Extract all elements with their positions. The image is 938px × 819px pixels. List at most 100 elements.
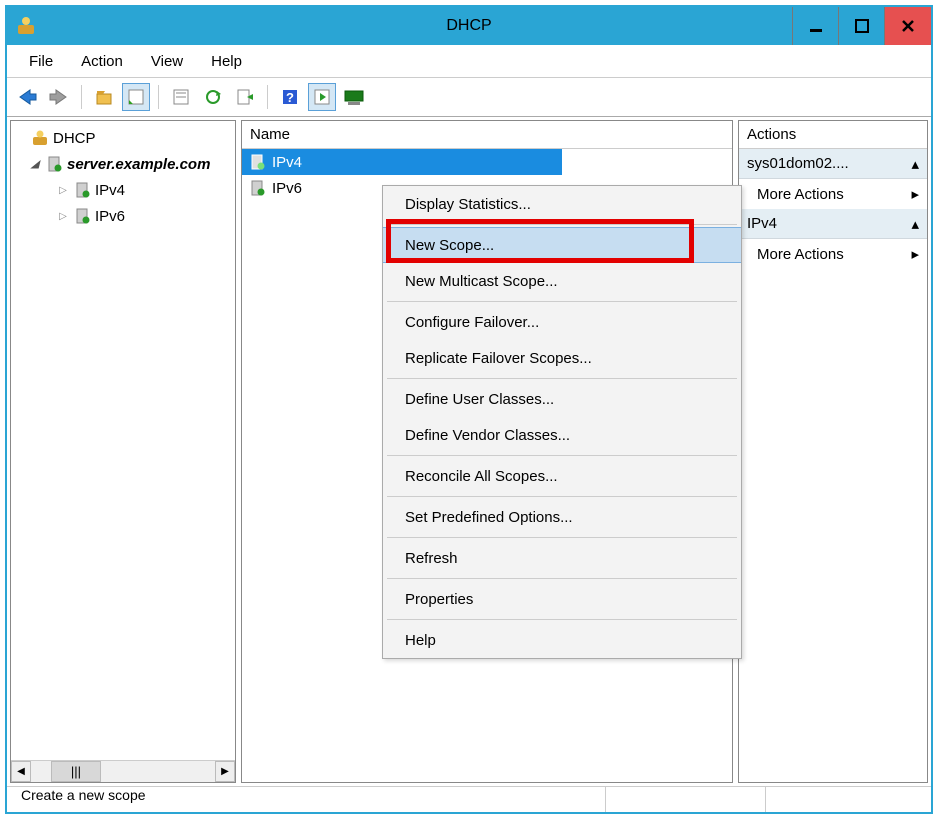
window-title: DHCP: [446, 17, 491, 35]
scroll-left-icon[interactable]: ◀: [11, 761, 31, 782]
statusbar-cell-2: [605, 787, 765, 812]
separator-icon: [158, 85, 159, 109]
separator-icon: [387, 378, 737, 379]
server-button[interactable]: [340, 83, 368, 111]
separator-icon: [387, 578, 737, 579]
collapse-up-icon: ▴: [911, 215, 919, 233]
ipv4-icon: [73, 181, 91, 199]
body: DHCP ◢ server.example.com ▷ IPv4: [7, 117, 931, 786]
ctx-define-user-classes[interactable]: Define User Classes...: [383, 381, 741, 417]
collapse-up-icon: ▴: [911, 155, 919, 173]
svg-text:?: ?: [286, 90, 294, 105]
properties-button[interactable]: [167, 83, 195, 111]
tree-server-label: server.example.com: [67, 156, 210, 173]
menu-action[interactable]: Action: [67, 49, 137, 74]
server-icon: [45, 155, 63, 173]
statusbar: Create a new scope: [7, 786, 931, 812]
ctx-display-statistics[interactable]: Display Statistics...: [383, 186, 741, 222]
chevron-right-icon: ▸: [911, 185, 919, 203]
window-buttons: [792, 7, 931, 45]
action-item-label: More Actions: [757, 186, 844, 203]
main-pane: Name IPv4 IPv6 Display Statisti: [241, 120, 733, 783]
scroll-thumb[interactable]: |||: [51, 761, 101, 782]
back-button[interactable]: [13, 83, 41, 111]
list-row-label: IPv6: [272, 180, 302, 197]
ctx-properties[interactable]: Properties: [383, 581, 741, 617]
minimize-button[interactable]: [793, 7, 839, 45]
expander-icon: [15, 132, 27, 144]
detail-view-button[interactable]: [122, 83, 150, 111]
action-more-actions-ipv4[interactable]: More Actions ▸: [739, 239, 927, 269]
action-section-label: sys01dom02....: [747, 155, 849, 172]
action-item-label: More Actions: [757, 246, 844, 263]
statusbar-cell-3: [765, 787, 925, 812]
ctx-new-scope[interactable]: New Scope...: [383, 227, 741, 263]
menubar: File Action View Help: [7, 45, 931, 77]
horizontal-scrollbar[interactable]: ◀ ||| ▶: [11, 760, 235, 782]
toolbar: ?: [7, 77, 931, 117]
maximize-button[interactable]: [839, 7, 885, 45]
ctx-new-multicast-scope[interactable]: New Multicast Scope...: [383, 263, 741, 299]
action-section-label: IPv4: [747, 215, 777, 232]
actions-header: Actions: [739, 121, 927, 149]
menu-file[interactable]: File: [15, 49, 67, 74]
ipv6-icon: [248, 179, 266, 197]
separator-icon: [267, 85, 268, 109]
separator-icon: [387, 224, 737, 225]
titlebar: DHCP: [7, 7, 931, 45]
tree: DHCP ◢ server.example.com ▷ IPv4: [11, 121, 235, 760]
list: IPv4 IPv6 Display Statistics... New Scop…: [242, 149, 732, 782]
list-row-ipv4[interactable]: IPv4: [242, 149, 562, 175]
separator-icon: [81, 85, 82, 109]
menu-help[interactable]: Help: [197, 49, 256, 74]
action-section-ipv4[interactable]: IPv4 ▴: [739, 209, 927, 239]
ctx-configure-failover[interactable]: Configure Failover...: [383, 304, 741, 340]
separator-icon: [387, 455, 737, 456]
ctx-reconcile-all-scopes[interactable]: Reconcile All Scopes...: [383, 458, 741, 494]
tree-item-label: IPv4: [95, 182, 125, 199]
list-row-label: IPv4: [272, 154, 302, 171]
tree-item-label: IPv6: [95, 208, 125, 225]
chevron-right-icon: ▸: [911, 245, 919, 263]
tree-item-ipv4[interactable]: ▷ IPv4: [11, 177, 235, 203]
expander-down-icon: ◢: [29, 158, 41, 170]
separator-icon: [387, 537, 737, 538]
app-icon: [15, 15, 37, 37]
close-button[interactable]: [885, 7, 931, 45]
tree-item-ipv6[interactable]: ▷ IPv6: [11, 203, 235, 229]
actions-header-label: Actions: [747, 126, 796, 143]
scroll-right-icon[interactable]: ▶: [215, 761, 235, 782]
ipv4-icon: [248, 153, 266, 171]
play-button[interactable]: [308, 83, 336, 111]
statusbar-text: Create a new scope: [13, 787, 605, 812]
expander-right-icon: ▷: [57, 210, 69, 222]
action-more-actions-server[interactable]: More Actions ▸: [739, 179, 927, 209]
ctx-set-predefined-options[interactable]: Set Predefined Options...: [383, 499, 741, 535]
ctx-refresh[interactable]: Refresh: [383, 540, 741, 576]
window-frame: DHCP File Action View Help: [5, 5, 933, 814]
separator-icon: [387, 301, 737, 302]
refresh-button[interactable]: [199, 83, 227, 111]
tree-pane: DHCP ◢ server.example.com ▷ IPv4: [10, 120, 236, 783]
export-button[interactable]: [231, 83, 259, 111]
context-menu: Display Statistics... New Scope... New M…: [382, 185, 742, 659]
action-section-server[interactable]: sys01dom02.... ▴: [739, 149, 927, 179]
folder-button[interactable]: [90, 83, 118, 111]
tree-root-label: DHCP: [53, 130, 96, 147]
tree-server[interactable]: ◢ server.example.com: [11, 151, 235, 177]
tree-root[interactable]: DHCP: [11, 125, 235, 151]
expander-right-icon: ▷: [57, 184, 69, 196]
column-header-name[interactable]: Name: [242, 121, 732, 149]
actions-pane: Actions sys01dom02.... ▴ More Actions ▸ …: [738, 120, 928, 783]
separator-icon: [387, 619, 737, 620]
ipv6-icon: [73, 207, 91, 225]
menu-view[interactable]: View: [137, 49, 197, 74]
ctx-define-vendor-classes[interactable]: Define Vendor Classes...: [383, 417, 741, 453]
separator-icon: [387, 496, 737, 497]
column-header-label: Name: [250, 126, 290, 143]
ctx-replicate-failover-scopes[interactable]: Replicate Failover Scopes...: [383, 340, 741, 376]
dhcp-icon: [31, 129, 49, 147]
help-button[interactable]: ?: [276, 83, 304, 111]
ctx-help[interactable]: Help: [383, 622, 741, 658]
forward-button[interactable]: [45, 83, 73, 111]
